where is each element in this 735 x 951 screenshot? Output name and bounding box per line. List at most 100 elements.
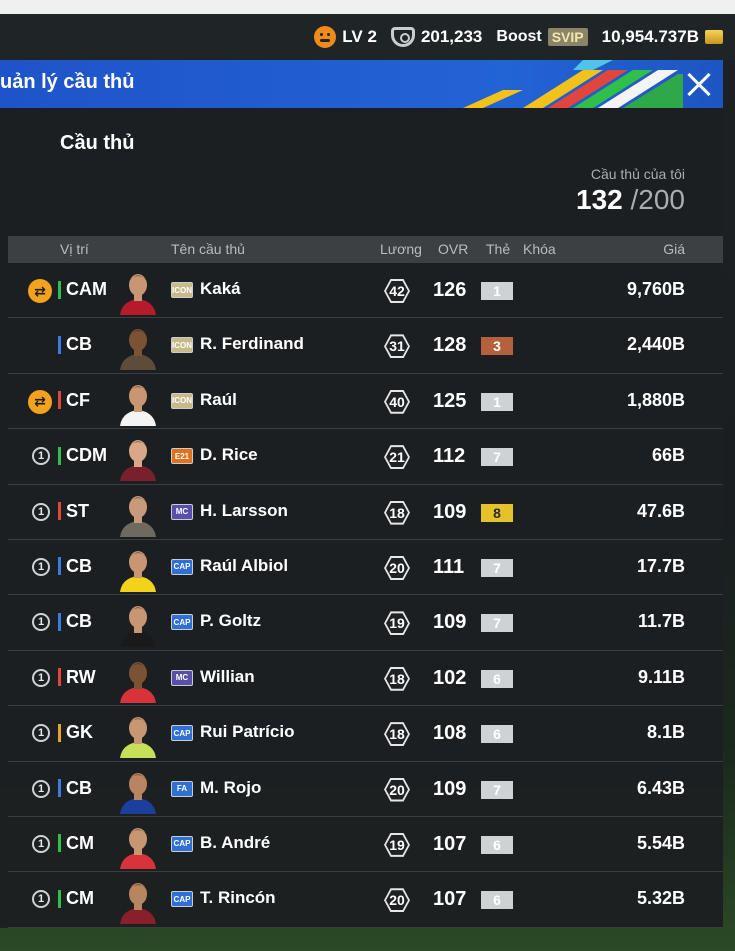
position-label: CB	[66, 777, 92, 798]
header-price[interactable]: Giá	[663, 241, 685, 257]
upgrade-grade: 1	[481, 392, 513, 411]
position-color-bar	[58, 391, 61, 410]
wage-badge: 18	[384, 666, 410, 691]
position-color-bar	[58, 612, 61, 631]
player-avatar[interactable]	[114, 378, 162, 426]
player-avatar[interactable]	[114, 710, 162, 759]
player-row[interactable]: 1 CM CAP T. Rincón 20 107 6 5.32B	[8, 872, 723, 928]
points-stat[interactable]: 201,233	[390, 27, 482, 47]
player-row[interactable]: 1 RW MC Willian 18 102 6 9.11B	[8, 651, 723, 707]
player-name[interactable]: M. Rojo	[200, 778, 261, 798]
player-avatar[interactable]	[114, 876, 162, 925]
player-avatar[interactable]	[114, 322, 162, 371]
upgrade-grade: 7	[481, 614, 513, 633]
svip-badge: SVIP	[547, 28, 588, 46]
position-color-bar	[58, 723, 61, 742]
player-price: 47.6B	[636, 500, 685, 521]
wage-value: 19	[386, 834, 408, 855]
section-title: Cầu thủ	[60, 132, 135, 154]
player-row[interactable]: ⇄ CF ICON Raúl 40 125 1 1,880B	[8, 374, 723, 430]
player-name[interactable]: Raúl Albiol	[200, 556, 288, 576]
header-card[interactable]: Thẻ	[486, 241, 510, 257]
boost-stat[interactable]: Boost SVIP	[496, 28, 588, 46]
player-row[interactable]: 1 ST MC H. Larsson 18 109 8 47.6B	[8, 485, 723, 540]
position: CM	[58, 833, 94, 854]
player-avatar[interactable]	[114, 655, 162, 703]
player-name[interactable]: Raúl	[200, 390, 237, 410]
player-name[interactable]: Rui Patrício	[200, 722, 294, 742]
header-lock[interactable]: Khóa	[523, 241, 556, 257]
decorative-stripes	[463, 60, 683, 108]
player-name[interactable]: R. Ferdinand	[200, 334, 304, 354]
player-name[interactable]: Kaká	[200, 279, 241, 299]
player-name[interactable]: D. Rice	[200, 445, 258, 465]
season-badge: CAP	[171, 725, 193, 742]
level-badge: 1	[32, 834, 50, 853]
player-avatar[interactable]	[114, 489, 162, 537]
level-badge: 1	[32, 502, 50, 521]
player-avatar[interactable]	[114, 267, 162, 315]
position: CDM	[58, 445, 107, 466]
player-row[interactable]: 1 CB CAP Raúl Albiol 20 111 7 17.7B	[8, 540, 723, 596]
season-badge: CAP	[171, 558, 193, 575]
season-badge: E21	[171, 448, 193, 465]
wage-value: 18	[386, 668, 408, 689]
player-price: 11.7B	[637, 611, 685, 632]
player-avatar[interactable]	[114, 766, 162, 814]
swap-icon: ⇄	[28, 389, 52, 414]
position-label: CDM	[66, 445, 107, 466]
player-name[interactable]: T. Rincón	[200, 888, 276, 908]
player-row[interactable]: 1 CDM E21 D. Rice 21 112 7 66B	[8, 429, 723, 485]
wage-value: 18	[386, 724, 408, 745]
player-avatar[interactable]	[114, 433, 162, 482]
player-row[interactable]: 1 CM CAP B. André 19 107 6 5.54B	[8, 817, 723, 873]
position-color-bar	[58, 889, 61, 908]
player-count: 132 /200	[576, 184, 685, 216]
player-row[interactable]: CB ICON R. Ferdinand 31 128 3 2,440B	[8, 318, 723, 374]
position: CB	[58, 334, 92, 355]
header-ovr[interactable]: OVR	[438, 241, 468, 257]
header-position[interactable]: Vị trí	[60, 241, 89, 257]
season-badge: MC	[171, 669, 193, 686]
position-label: CM	[66, 832, 94, 853]
player-avatar[interactable]	[114, 821, 162, 869]
position-color-bar	[58, 834, 61, 853]
players-panel: Cầu thủ Cầu thủ của tôi 132 /200 Vị trí …	[0, 108, 723, 928]
player-name[interactable]: P. Goltz	[200, 611, 261, 631]
position-label: CB	[66, 555, 92, 576]
wage-badge: 20	[384, 555, 410, 580]
player-price: 5.54B	[636, 832, 685, 853]
balance-stat[interactable]: 10,954.737B	[602, 27, 723, 47]
wage-value: 20	[386, 557, 408, 578]
upgrade-grade: 6	[481, 669, 513, 688]
player-name[interactable]: Willian	[200, 667, 255, 687]
player-name[interactable]: H. Larsson	[200, 501, 288, 521]
header-wage[interactable]: Lương	[380, 241, 422, 257]
player-row[interactable]: 1 CB FA M. Rojo 20 109 7 6.43B	[8, 762, 723, 817]
player-name[interactable]: B. André	[200, 833, 270, 853]
player-price: 9,760B	[626, 279, 685, 299]
player-row[interactable]: 1 CB CAP P. Goltz 19 109 7 11.7B	[8, 595, 723, 651]
close-button[interactable]	[675, 60, 723, 108]
player-row[interactable]: ⇄ CAM ICON Kaká 42 126 1 9,760B	[8, 263, 723, 319]
player-row[interactable]: 1 GK CAP Rui Patrício 18 108 6 8.1B	[8, 706, 723, 762]
player-price: 6.43B	[636, 777, 685, 798]
wage-badge: 21	[384, 445, 410, 470]
ovr-value: 111	[433, 555, 465, 578]
level-stat[interactable]: LV 2	[314, 26, 377, 48]
wage-value: 42	[386, 281, 408, 301]
position: CAM	[58, 279, 107, 300]
season-badge: MC	[171, 503, 193, 520]
player-avatar[interactable]	[114, 544, 162, 592]
position-label: RW	[66, 666, 96, 687]
header-name[interactable]: Tên cầu thủ	[171, 241, 245, 257]
wage-badge: 18	[384, 722, 410, 747]
position-color-bar	[58, 280, 61, 299]
wage-badge: 20	[384, 777, 410, 802]
player-avatar[interactable]	[114, 599, 162, 648]
ovr-value: 108	[433, 722, 467, 745]
position: CM	[58, 888, 94, 909]
mood-face-icon	[314, 26, 337, 48]
player-price: 8.1B	[646, 722, 685, 743]
wage-value: 40	[386, 391, 408, 412]
